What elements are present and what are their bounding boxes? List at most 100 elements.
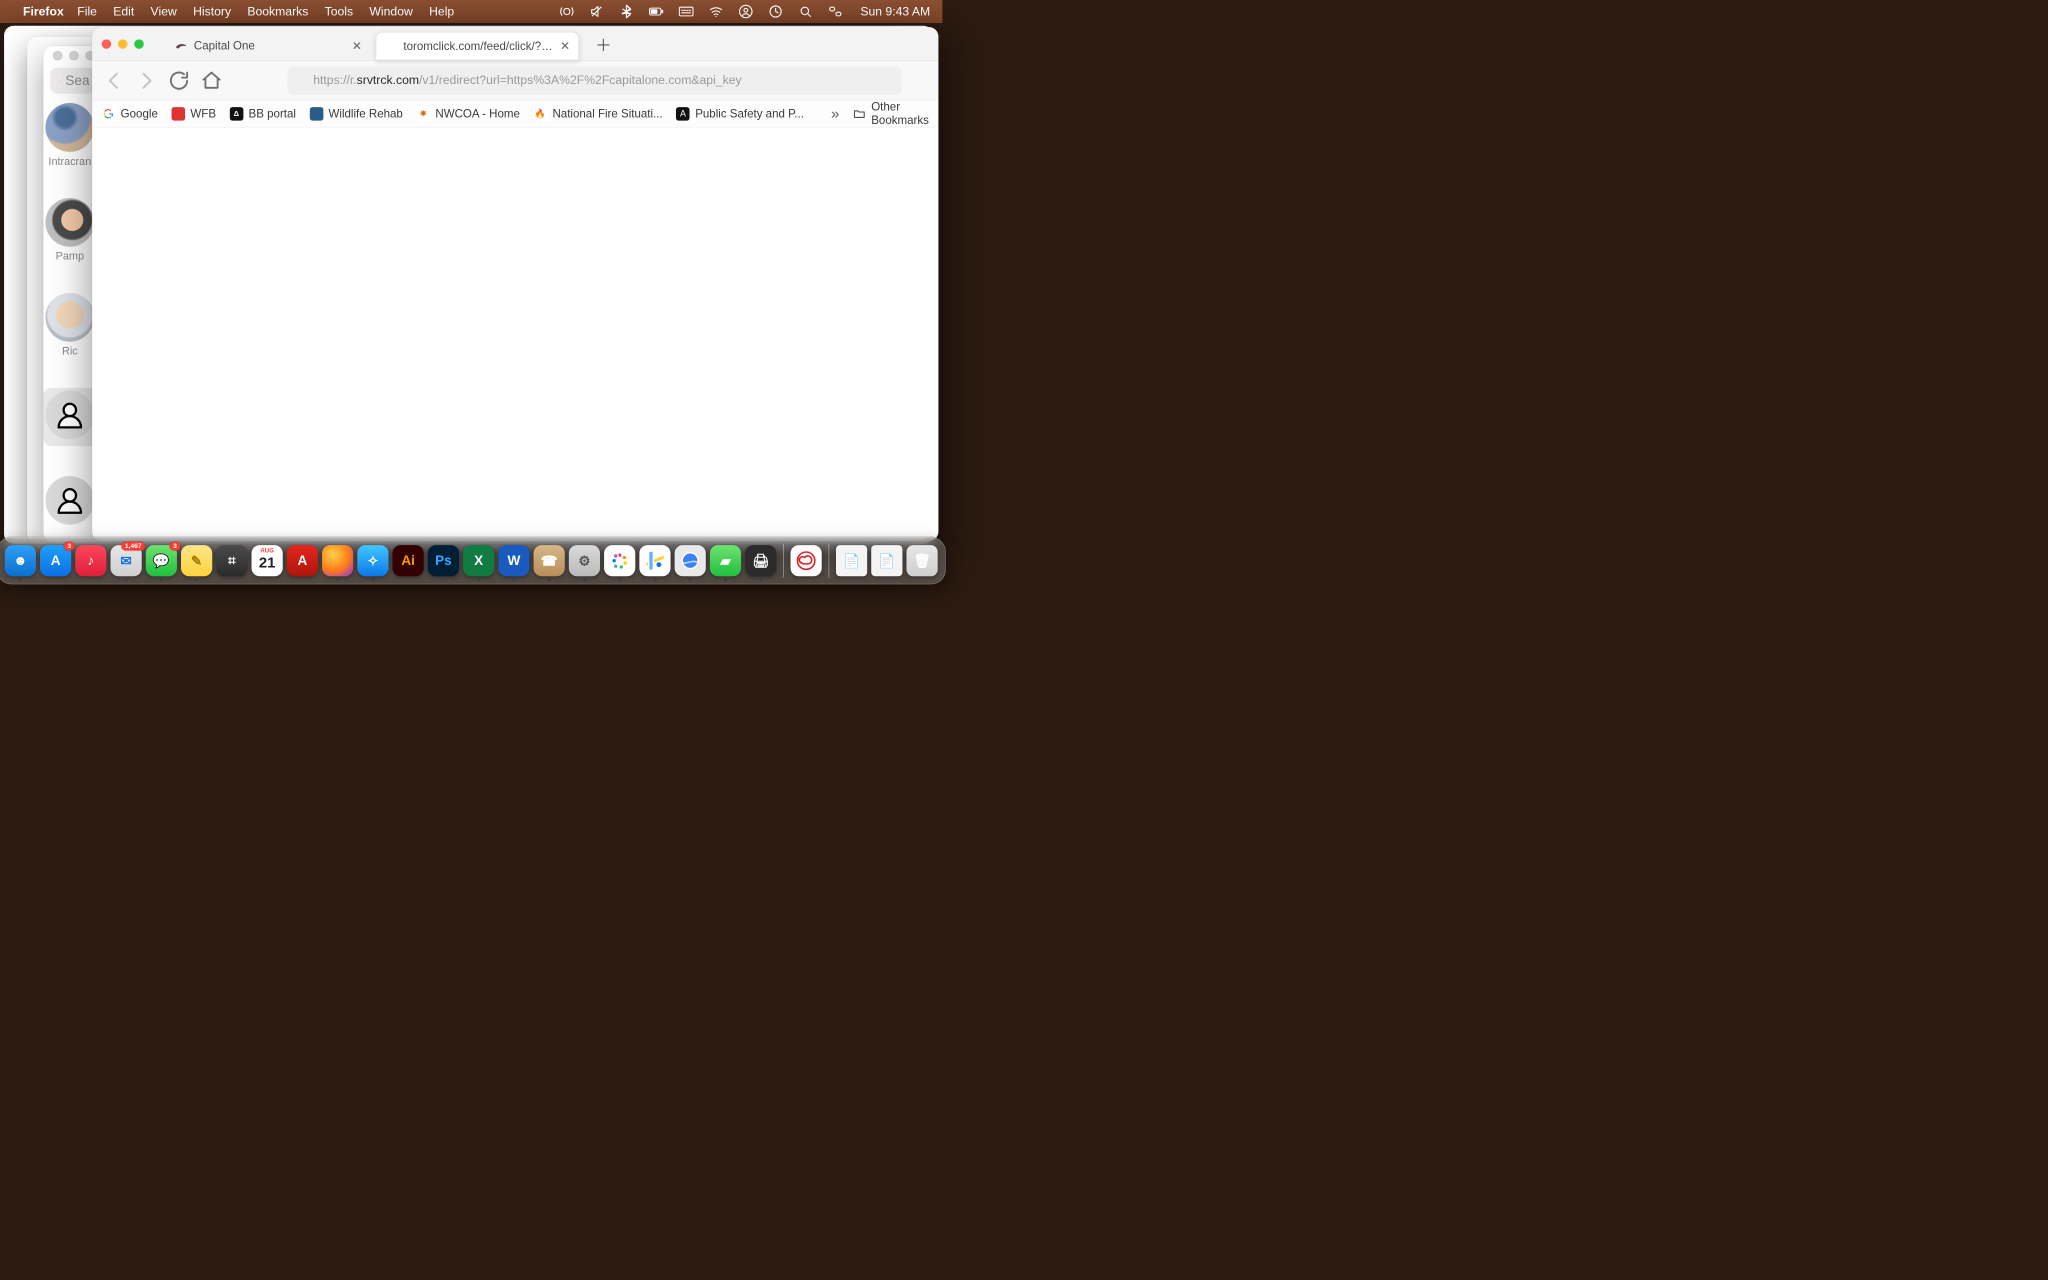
dock-recent-doc[interactable]: 📄 [871, 545, 902, 576]
dock-printer[interactable]: 🖨 [745, 545, 776, 576]
airdrop-icon[interactable] [559, 4, 574, 19]
window-controls-inactive[interactable] [53, 51, 95, 60]
menu-tools[interactable]: Tools [325, 4, 353, 18]
new-tab-button[interactable]: ＋ [591, 32, 615, 56]
tab-close-button[interactable]: ✕ [560, 39, 570, 53]
wifi-icon[interactable] [708, 4, 723, 19]
menu-help[interactable]: Help [429, 4, 454, 18]
site-icon: ✷ [416, 107, 430, 121]
back-button[interactable] [102, 68, 126, 92]
badge: 3 [170, 542, 181, 551]
dock-recent-doc[interactable]: 📄 [836, 545, 867, 576]
contact-item[interactable]: Ric [43, 293, 96, 358]
contact-item[interactable] [43, 476, 96, 529]
zoom-window-button[interactable] [134, 39, 143, 48]
tab-capital-one[interactable]: Capital One ✕ [167, 32, 370, 60]
search-placeholder: Sea [65, 73, 89, 89]
user-icon[interactable] [738, 4, 753, 19]
forward-button[interactable] [134, 68, 158, 92]
spotlight-icon[interactable] [798, 4, 813, 19]
bookmark-google[interactable]: Google [102, 107, 158, 121]
contact-name: Pamp [56, 251, 84, 263]
menu-view[interactable]: View [151, 4, 177, 18]
dock-acrobat[interactable]: A [287, 545, 318, 576]
firefox-window: Capital One ✕ toromclick.com/feed/click/… [92, 27, 938, 541]
avatar-placeholder [45, 391, 94, 440]
control-center-icon[interactable] [828, 4, 843, 19]
dock-word[interactable]: W [498, 545, 529, 576]
avatar-placeholder [45, 476, 94, 525]
page-content [92, 127, 938, 541]
close-window-button[interactable] [102, 39, 111, 48]
dock-photoshop[interactable]: Ps [428, 545, 459, 576]
app-name[interactable]: Firefox [23, 4, 64, 18]
dock-illustrator[interactable]: Ai [393, 545, 424, 576]
tab-close-button[interactable]: ✕ [352, 39, 362, 53]
minimize-window-button[interactable] [118, 39, 127, 48]
contacts-search-input[interactable]: Sea [50, 68, 97, 94]
dock-firefox[interactable] [322, 545, 353, 576]
google-icon [102, 107, 116, 121]
bookmark-label: NWCOA - Home [435, 107, 520, 121]
dock-music[interactable]: ♪ [75, 545, 106, 576]
dock-separator [783, 544, 784, 578]
dock-trash[interactable]: 🗑 [906, 545, 937, 576]
home-button[interactable] [199, 68, 223, 92]
dock-zoom[interactable]: ▰ [710, 545, 741, 576]
menu-bookmarks[interactable]: Bookmarks [247, 4, 308, 18]
badge: 3 [64, 542, 75, 551]
dock-notes[interactable]: ✎ [181, 545, 212, 576]
bookmark-national-fire[interactable]: 🔥National Fire Situati... [533, 107, 662, 121]
tab-title: toromclick.com/feed/click/?t1=128&t [403, 40, 553, 54]
contact-item[interactable]: Pamp [43, 198, 96, 263]
bookmark-label: Public Safety and P... [695, 107, 804, 121]
battery-icon[interactable] [649, 4, 664, 19]
dock: ☻ A3 ♪ ✉1,467 💬3 ✎ ⌗ AUG21 A ✧ Ai Ps X W… [0, 537, 946, 584]
contact-item[interactable] [43, 388, 96, 446]
other-bookmarks-label: Other Bookmarks [871, 100, 929, 127]
keyboard-icon[interactable] [679, 4, 694, 19]
bookmarks-overflow-button[interactable]: » [831, 105, 839, 123]
dock-safari[interactable]: ✧ [357, 545, 388, 576]
folder-icon [853, 107, 866, 120]
dock-maps[interactable] [639, 545, 670, 576]
bookmark-label: WFB [190, 107, 216, 121]
dock-finder[interactable]: ☻ [5, 545, 36, 576]
dock-mail[interactable]: ✉1,467 [111, 545, 142, 576]
tab-toromclick[interactable]: toromclick.com/feed/click/?t1=128&t ✕ [376, 32, 579, 60]
bookmark-label: BB portal [249, 107, 296, 121]
bookmark-public-safety[interactable]: APublic Safety and P... [676, 107, 804, 121]
other-bookmarks-button[interactable]: Other Bookmarks [853, 100, 929, 127]
bookmark-wildlife-rehab[interactable]: Wildlife Rehab [310, 107, 403, 121]
dock-creative-cloud[interactable] [791, 545, 822, 576]
avatar [45, 293, 94, 342]
dock-app-store[interactable]: A3 [40, 545, 71, 576]
timemachine-icon[interactable] [768, 4, 783, 19]
avatar [45, 103, 94, 152]
dock-system-settings[interactable]: ⚙ [569, 545, 600, 576]
bookmark-bb-portal[interactable]: ΔBB portal [230, 107, 296, 121]
menu-window[interactable]: Window [369, 4, 412, 18]
bookmark-wfb[interactable]: WFB [171, 107, 216, 121]
contact-item[interactable]: Intracran [43, 103, 96, 168]
menu-clock[interactable]: Sun 9:43 AM [860, 4, 930, 18]
menu-file[interactable]: File [77, 4, 97, 18]
dock-google-earth[interactable] [675, 545, 706, 576]
mute-icon[interactable] [589, 4, 604, 19]
bluetooth-icon[interactable] [619, 4, 634, 19]
dock-calendar[interactable]: AUG21 [252, 545, 283, 576]
menu-edit[interactable]: Edit [113, 4, 134, 18]
dock-messages[interactable]: 💬3 [146, 545, 177, 576]
site-icon: 🔥 [533, 107, 547, 121]
dock-photos[interactable] [604, 545, 635, 576]
dock-separator [829, 544, 830, 578]
bookmark-nwcoa[interactable]: ✷ NWCOA - Home [416, 107, 520, 121]
reload-button[interactable] [167, 68, 191, 92]
menu-history[interactable]: History [193, 4, 231, 18]
window-controls[interactable] [102, 39, 144, 48]
dock-excel[interactable]: X [463, 545, 494, 576]
navigation-toolbar: https://r.srvtrck.com/v1/redirect?url=ht… [92, 61, 938, 100]
address-bar[interactable]: https://r.srvtrck.com/v1/redirect?url=ht… [287, 66, 901, 94]
dock-contacts[interactable]: ☎ [534, 545, 565, 576]
dock-calculator[interactable]: ⌗ [216, 545, 247, 576]
